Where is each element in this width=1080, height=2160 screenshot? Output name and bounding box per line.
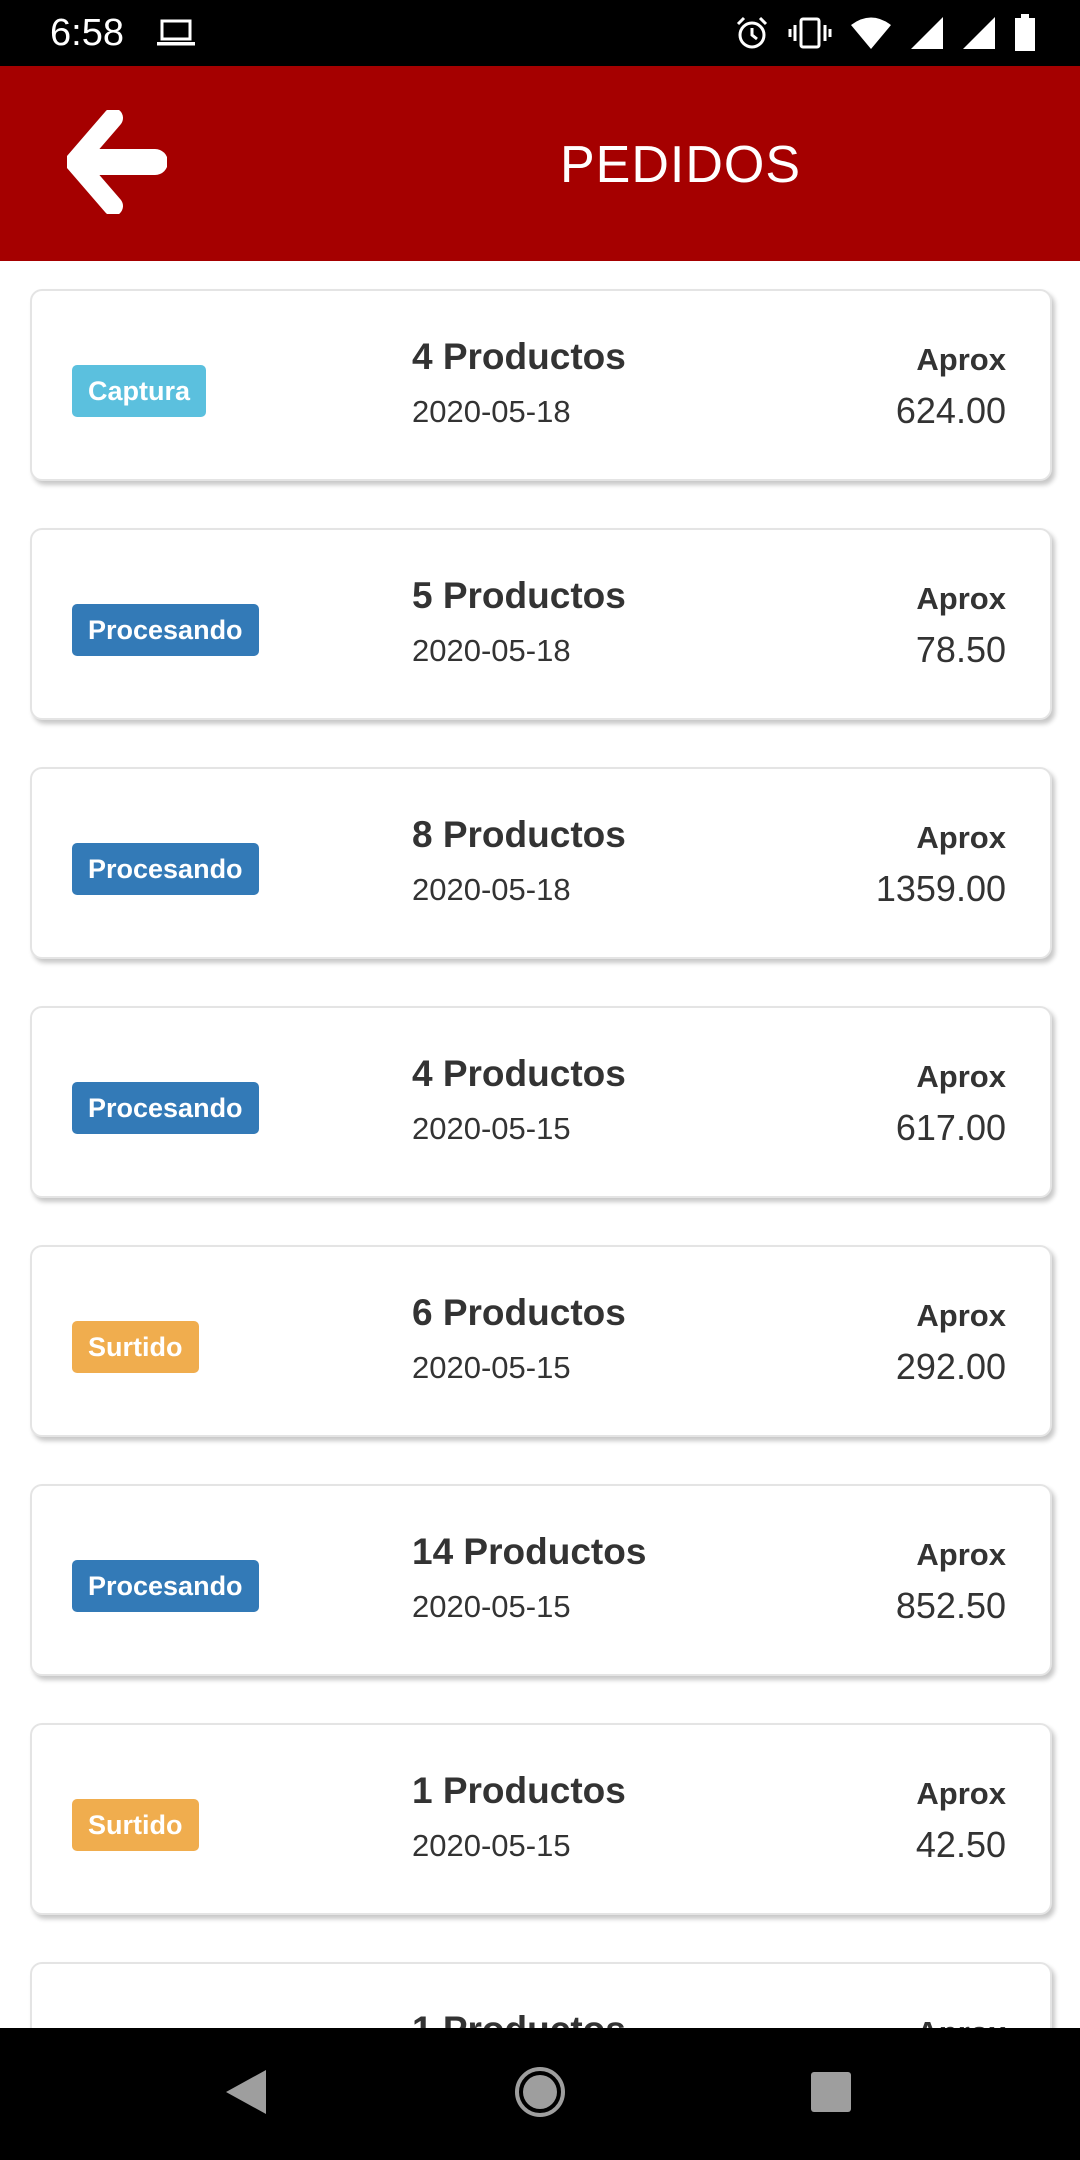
order-date: 2020-05-15 xyxy=(412,1111,571,1146)
nav-recents-button[interactable] xyxy=(771,2028,891,2160)
order-card[interactable]: Procesando 14 Productos 2020-05-15 Aprox… xyxy=(30,1484,1052,1676)
order-date: 2020-05-15 xyxy=(412,1828,571,1863)
back-button[interactable] xyxy=(62,107,172,219)
product-count: 6 Productos xyxy=(412,1292,626,1333)
order-amount: 852.50 xyxy=(895,1585,1006,1626)
product-count: 1 Productos xyxy=(412,1770,626,1811)
aprox-label: Aprox xyxy=(916,1776,1006,1811)
recents-square-icon xyxy=(810,2071,852,2118)
aprox-label: Aprox xyxy=(916,1059,1006,1094)
product-count: 1 Productos xyxy=(412,2008,626,2028)
alarm-icon xyxy=(734,15,770,51)
aprox-label: Aprox xyxy=(916,342,1006,377)
order-date: 2020-05-15 xyxy=(412,1589,571,1624)
nav-back-button[interactable] xyxy=(186,2028,306,2160)
order-card[interactable]: Captura 4 Productos 2020-05-18 Aprox 624… xyxy=(30,289,1052,481)
product-count: 14 Productos xyxy=(412,1531,647,1572)
aprox-label: Aprox xyxy=(916,581,1006,616)
battery-icon xyxy=(1014,14,1036,52)
status-time: 6:58 xyxy=(50,12,124,54)
status-badge: Procesando xyxy=(72,1560,259,1612)
arrow-left-icon xyxy=(65,107,168,219)
laptop-icon xyxy=(156,18,196,48)
order-amount: 292.00 xyxy=(895,1346,1006,1387)
aprox-label: Aprox xyxy=(916,1298,1006,1333)
product-count: 4 Productos xyxy=(412,336,626,377)
home-circle-icon xyxy=(514,2066,566,2123)
product-count: 8 Productos xyxy=(412,814,626,855)
order-card[interactable]: Procesando 4 Productos 2020-05-15 Aprox … xyxy=(30,1006,1052,1198)
order-card[interactable]: Surtido 1 Productos 2020-05-15 Aprox 42.… xyxy=(30,1723,1052,1915)
vibrate-icon xyxy=(788,15,832,51)
order-card[interactable]: 1 Productos Aprox xyxy=(30,1962,1052,2028)
back-triangle-icon xyxy=(224,2068,268,2121)
order-amount: 1359.00 xyxy=(875,868,1006,909)
order-amount: 617.00 xyxy=(895,1107,1006,1148)
navigation-bar xyxy=(0,2028,1080,2160)
order-card[interactable]: Procesando 5 Productos 2020-05-18 Aprox … xyxy=(30,528,1052,720)
order-date: 2020-05-18 xyxy=(412,633,571,668)
order-amount: 78.50 xyxy=(915,629,1006,670)
status-badge: Procesando xyxy=(72,1082,259,1134)
nav-home-button[interactable] xyxy=(480,2028,600,2160)
order-date: 2020-05-18 xyxy=(412,872,571,907)
order-card[interactable]: Surtido 6 Productos 2020-05-15 Aprox 292… xyxy=(30,1245,1052,1437)
page-title: PEDIDOS xyxy=(560,136,802,194)
aprox-label: Aprox xyxy=(916,1537,1006,1572)
status-icons xyxy=(734,12,1036,54)
order-date: 2020-05-15 xyxy=(412,1350,571,1385)
order-amount: 42.50 xyxy=(915,1824,1006,1865)
wifi-icon xyxy=(850,16,892,50)
status-badge: Procesando xyxy=(72,604,259,656)
product-count: 4 Productos xyxy=(412,1053,626,1094)
aprox-label: Aprox xyxy=(916,2014,1006,2028)
aprox-label: Aprox xyxy=(916,820,1006,855)
status-bar: 6:58 xyxy=(0,0,1080,66)
order-amount: 624.00 xyxy=(895,390,1006,431)
signal-icon xyxy=(962,16,996,50)
product-count: 5 Productos xyxy=(412,575,626,616)
status-badge: Surtido xyxy=(72,1799,199,1851)
app-bar: PEDIDOS xyxy=(0,66,1080,261)
signal-icon xyxy=(910,16,944,50)
status-badge: Surtido xyxy=(72,1321,199,1373)
status-badge: Captura xyxy=(72,365,207,417)
status-badge: Procesando xyxy=(72,843,259,895)
order-card[interactable]: Procesando 8 Productos 2020-05-18 Aprox … xyxy=(30,767,1052,959)
screen: 6:58 PEDIDOS Captura 4 Productos 2020-05… xyxy=(0,0,1080,2160)
orders-list[interactable]: Captura 4 Productos 2020-05-18 Aprox 624… xyxy=(0,261,1080,2028)
order-date: 2020-05-18 xyxy=(412,394,571,429)
